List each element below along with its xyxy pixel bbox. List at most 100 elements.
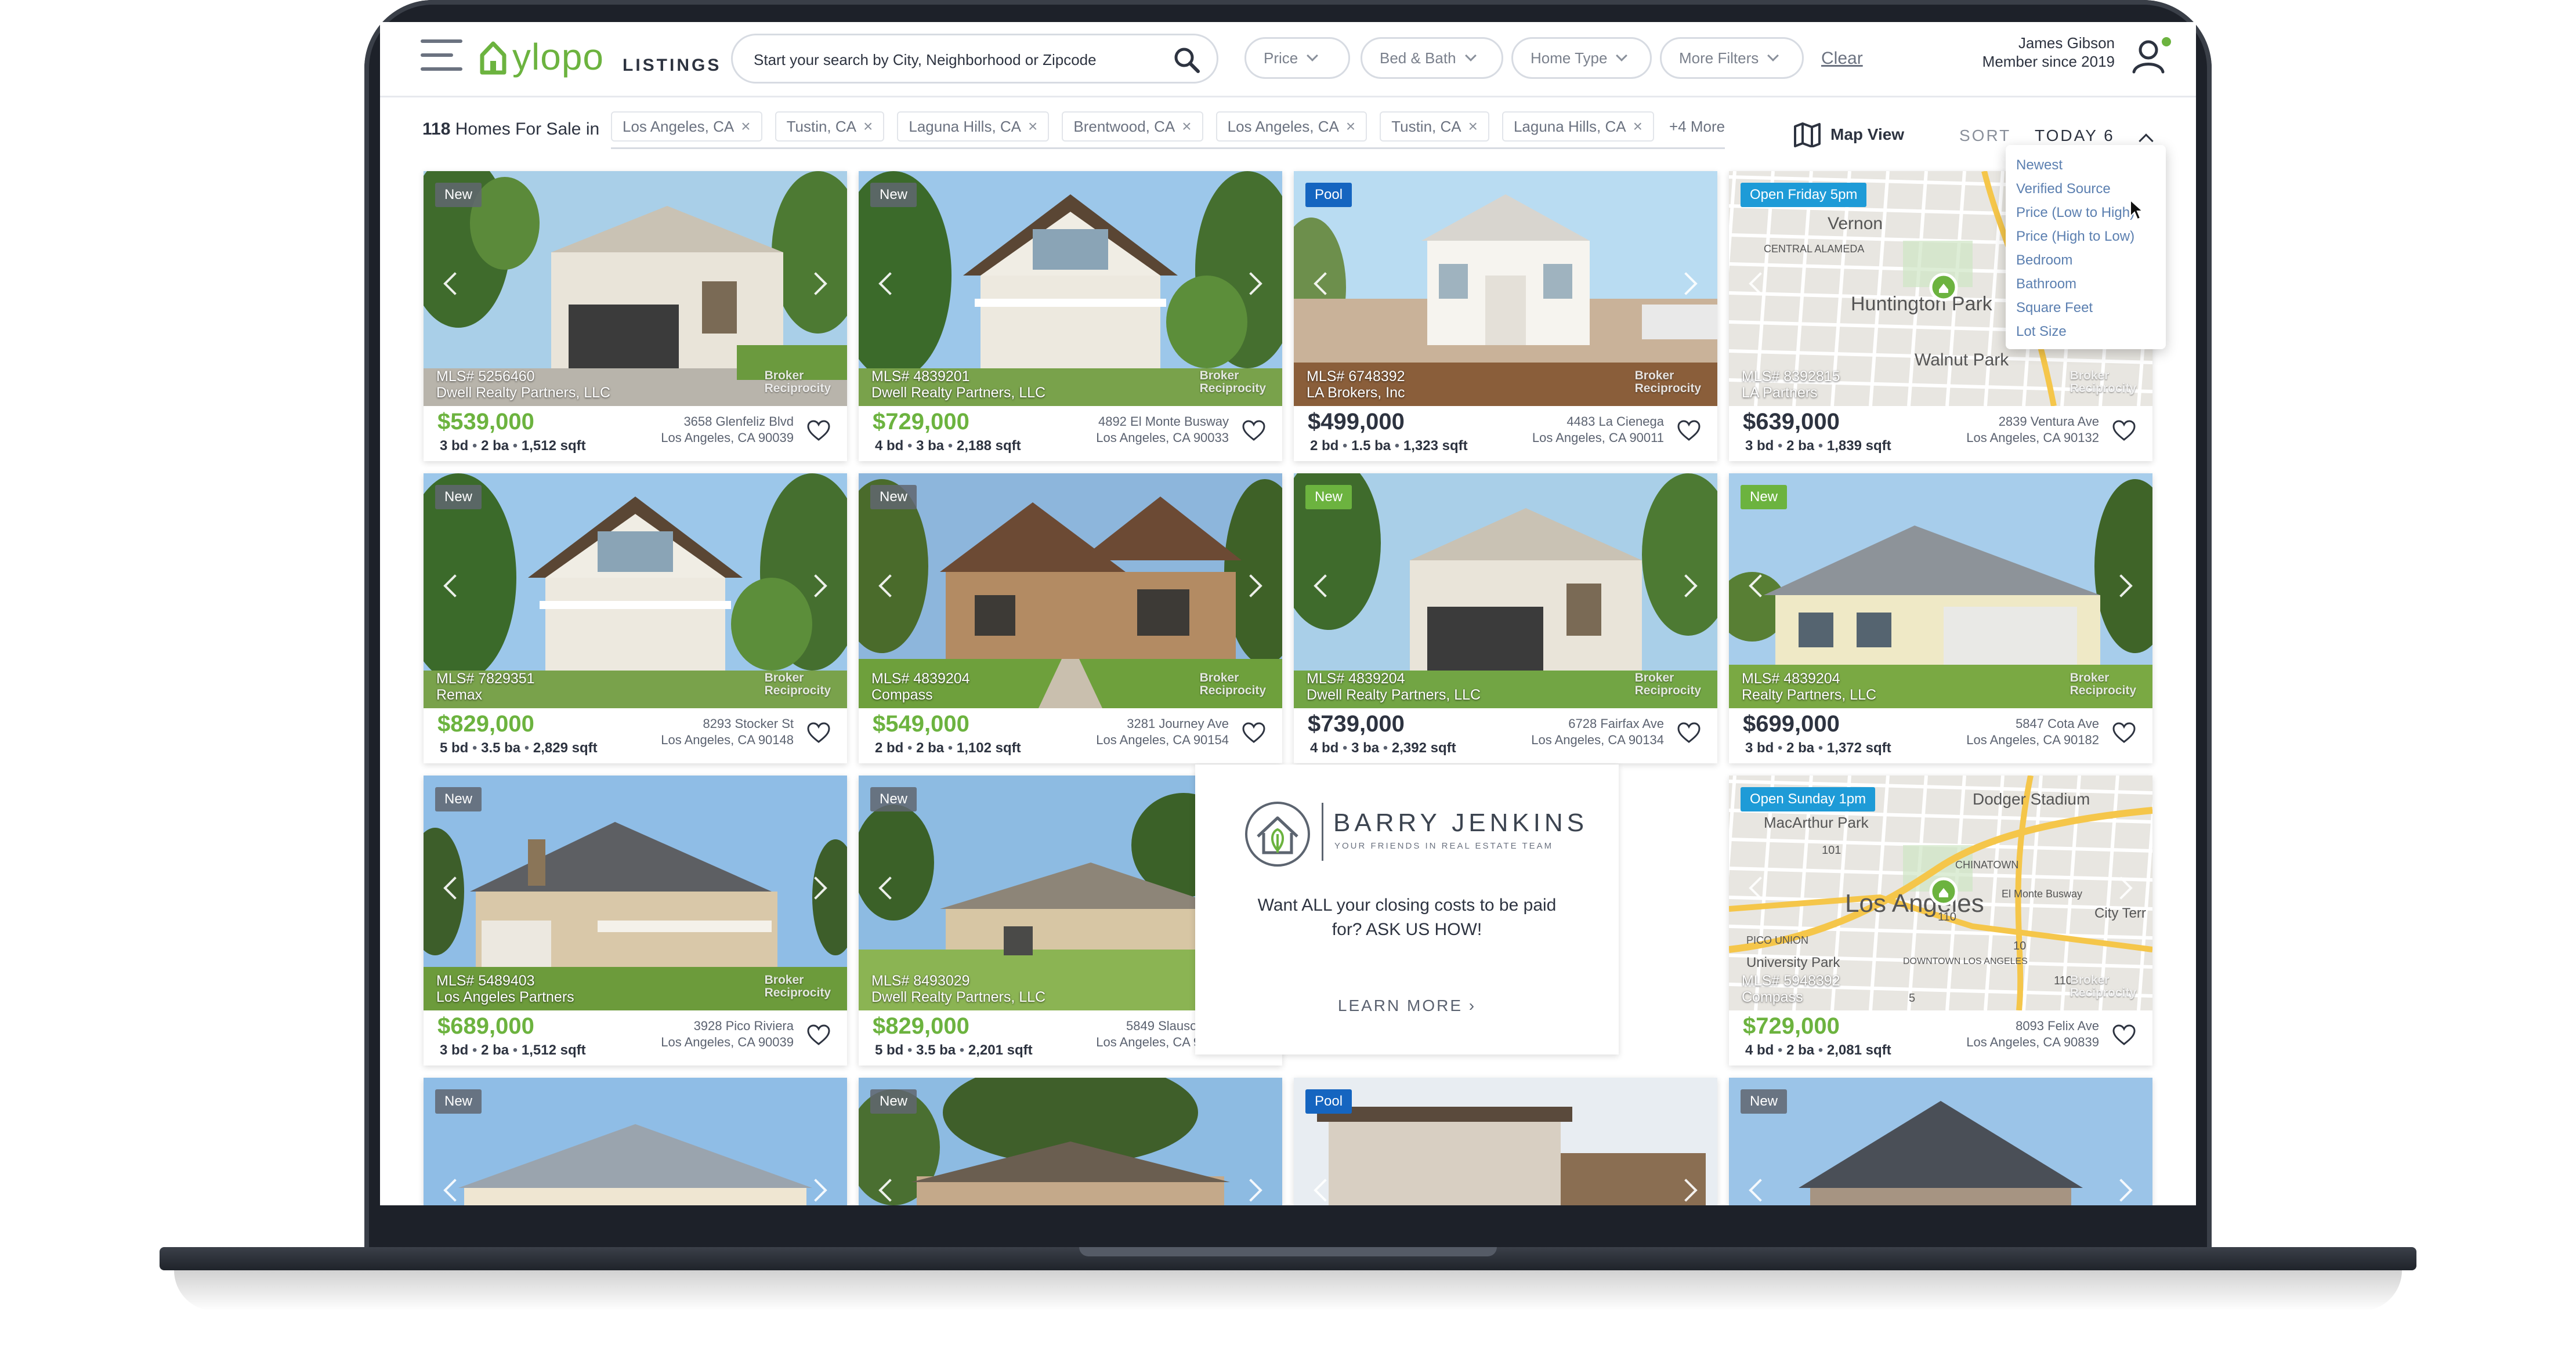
listing-photo[interactable]: New MLS# 7829351 Remax Broker Reciprocity: [424, 473, 847, 708]
price-filter-label: Price: [1264, 49, 1298, 67]
listing-photo[interactable]: New: [1729, 1078, 2152, 1205]
remove-chip-icon[interactable]: ×: [1468, 117, 1478, 136]
listing-specs: 5 bd • 3.5 ba • 2,829 sqft: [440, 740, 598, 756]
listing-card[interactable]: New MLS# 4839204 Compass Broker Reciprocit…: [859, 473, 1282, 763]
hamburger-menu-icon[interactable]: [421, 39, 462, 71]
street: 5847 Cota Ave: [2016, 716, 2099, 731]
listing-photo[interactable]: New MLS# 5489403 Los Angeles Partners Bro…: [424, 776, 847, 1010]
listing-photo[interactable]: Pool: [1294, 1078, 1717, 1205]
logo[interactable]: ylopo: [479, 34, 604, 80]
result-count-number: 118: [422, 119, 451, 139]
search-icon[interactable]: [1173, 46, 1200, 74]
favorite-heart-icon[interactable]: [2112, 1024, 2136, 1046]
listing-card[interactable]: New: [1729, 1078, 2152, 1205]
location-chip[interactable]: Laguna Hills, CA ×: [897, 111, 1050, 142]
listing-card[interactable]: New MLS# 4839204 Dwell Realty Partners, L…: [1294, 473, 1717, 763]
listing-badge: New: [1741, 485, 1788, 509]
baths: 2 ba: [1786, 740, 1815, 756]
listing-specs: 3 bd • 2 ba • 1,372 sqft: [1745, 740, 1891, 756]
favorite-heart-icon[interactable]: [1242, 419, 1266, 441]
listing-photo[interactable]: New MLS# 4839201 Dwell Realty Partners, L…: [859, 171, 1282, 406]
location-chip[interactable]: Los Angeles, CA ×: [1215, 111, 1367, 142]
remove-chip-icon[interactable]: ×: [1346, 117, 1355, 136]
sort-select[interactable]: TODAY 6: [2035, 126, 2115, 145]
price-filter[interactable]: Price: [1244, 37, 1350, 79]
home-type-filter-label: Home Type: [1531, 49, 1608, 67]
chevron-down-icon: [1767, 50, 1779, 61]
favorite-heart-icon[interactable]: [2112, 722, 2136, 744]
search-input[interactable]: [754, 47, 1148, 73]
sort-option[interactable]: Newest: [2006, 153, 2166, 177]
map-view-toggle[interactable]: Map View: [1793, 122, 1904, 147]
sort-option[interactable]: Bedroom: [2006, 248, 2166, 272]
location-chip[interactable]: Tustin, CA ×: [775, 111, 885, 142]
result-count: 118 Homes For Sale in: [422, 119, 599, 139]
favorite-heart-icon[interactable]: [1677, 722, 1701, 744]
favorite-heart-icon[interactable]: [1242, 722, 1266, 744]
listing-card[interactable]: Pool: [1294, 1078, 1717, 1205]
learn-more-link[interactable]: LEARN MORE ›: [1195, 997, 1619, 1015]
listing-card[interactable]: New MLS# 5256460 Dwell Realty Partners, L…: [424, 171, 847, 461]
favorite-heart-icon[interactable]: [806, 1024, 831, 1046]
remove-chip-icon[interactable]: ×: [1633, 117, 1642, 136]
favorite-heart-icon[interactable]: [806, 419, 831, 441]
baths: 3 ba: [916, 438, 945, 454]
listing-photo[interactable]: Dodger Stadium MacArthur Park CHINATOWN Los…: [1729, 776, 2152, 1010]
bed-bath-filter[interactable]: Bed & Bath: [1361, 37, 1503, 79]
agent-logo-icon: [1245, 802, 1310, 867]
location-chip[interactable]: Laguna Hills, CA ×: [1502, 111, 1654, 142]
clear-filters-link[interactable]: Clear: [1821, 49, 1863, 68]
listing-badge: New: [870, 485, 917, 509]
more-filters[interactable]: More Filters: [1660, 37, 1804, 79]
listing-photo[interactable]: New: [424, 1078, 847, 1205]
more-locations-link[interactable]: +4 More: [1669, 118, 1725, 136]
location-chip[interactable]: Los Angeles, CA ×: [611, 111, 762, 142]
listing-photo[interactable]: New: [859, 1078, 1282, 1205]
listing-photo[interactable]: New MLS# 5256460 Dwell Realty Partners, L…: [424, 171, 847, 406]
listing-card[interactable]: Pool MLS# 6748392 LA Brokers, Inc Broker R…: [1294, 171, 1717, 461]
listing-card[interactable]: New: [424, 1078, 847, 1205]
agent-name: BARRY JENKINS: [1333, 809, 1589, 837]
sqft: 1,372 sqft: [1826, 740, 1891, 756]
location-chip[interactable]: Brentwood, CA ×: [1062, 111, 1203, 142]
listing-specs: 4 bd • 2 ba • 2,081 sqft: [1745, 1042, 1891, 1058]
listing-card[interactable]: New MLS# 5489403 Los Angeles Partners Bro…: [424, 776, 847, 1066]
listing-mls: MLS# 7829351 Remax: [436, 671, 535, 703]
remove-chip-icon[interactable]: ×: [1182, 117, 1191, 136]
listing-photo[interactable]: Pool MLS# 6748392 LA Brokers, Inc Broker R…: [1294, 171, 1717, 406]
city: Los Angeles, CA 90011: [1532, 430, 1664, 445]
listing-address: 3658 Glenfeliz Blvd Los Angeles, CA 90039: [661, 414, 794, 446]
listing-card[interactable]: New: [859, 1078, 1282, 1205]
listing-badge: Pool: [1305, 183, 1352, 207]
favorite-heart-icon[interactable]: [2112, 419, 2136, 441]
location-chip[interactable]: Tustin, CA ×: [1380, 111, 1489, 142]
listing-specs: 5 bd • 3.5 ba • 2,201 sqft: [875, 1042, 1033, 1058]
nav-listings[interactable]: LISTINGS: [623, 56, 721, 75]
listing-card[interactable]: New MLS# 4839201 Dwell Realty Partners, L…: [859, 171, 1282, 461]
listing-address: 6728 Fairfax Ave Los Angeles, CA 90134: [1531, 716, 1664, 748]
sort-option[interactable]: Verified Source: [2006, 177, 2166, 201]
home-type-filter[interactable]: Home Type: [1511, 37, 1652, 79]
remove-chip-icon[interactable]: ×: [863, 117, 873, 136]
listing-photo[interactable]: New MLS# 4839204 Dwell Realty Partners, L…: [1294, 473, 1717, 708]
listing-price: $829,000: [873, 1013, 969, 1039]
sort-option[interactable]: Price (High to Low): [2006, 224, 2166, 248]
listing-card[interactable]: New MLS# 7829351 Remax Broker Reciprocity $…: [424, 473, 847, 763]
remove-chip-icon[interactable]: ×: [741, 117, 750, 136]
sort-option[interactable]: Lot Size: [2006, 320, 2166, 343]
agent-ad-card: BARRY JENKINS YOUR FRIENDS IN REAL ESTAT…: [1195, 764, 1619, 1055]
listing-card[interactable]: Dodger Stadium MacArthur Park CHINATOWN Los…: [1729, 776, 2152, 1066]
sort-option[interactable]: Square Feet: [2006, 296, 2166, 320]
favorite-heart-icon[interactable]: [1677, 419, 1701, 441]
listing-card[interactable]: New MLS# 4839204 Realty Partners, LLC Bro…: [1729, 473, 2152, 763]
remove-chip-icon[interactable]: ×: [1028, 117, 1037, 136]
user-account-icon[interactable]: [2129, 35, 2172, 78]
member-since: Member since 2019: [1982, 53, 2115, 70]
listing-photo[interactable]: New MLS# 4839204 Compass Broker Reciprocit…: [859, 473, 1282, 708]
favorite-heart-icon[interactable]: [806, 722, 831, 744]
listing-photo[interactable]: New MLS# 4839204 Realty Partners, LLC Bro…: [1729, 473, 2152, 708]
sort-option[interactable]: Bathroom: [2006, 272, 2166, 296]
baths: 2 ba: [1786, 438, 1815, 454]
beds: 3 bd: [440, 438, 469, 454]
broker-reciprocity-logo: BrokerReciprocity: [2070, 671, 2136, 697]
